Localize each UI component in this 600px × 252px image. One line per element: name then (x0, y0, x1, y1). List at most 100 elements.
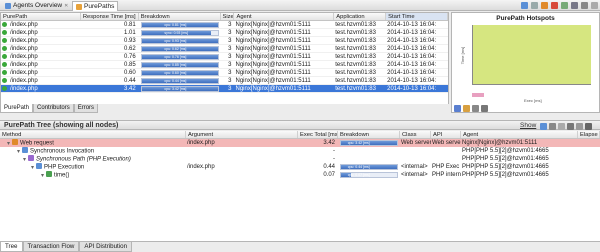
table-row[interactable]: /index.php 0.44 cpu: 0.44 [ms] 3 Nginx[Nginx… (1, 77, 448, 85)
col-breakdown[interactable]: Breakdown (338, 131, 400, 138)
purepath-name: /index.php (10, 78, 38, 84)
close-icon[interactable]: ✕ (64, 1, 68, 11)
expand-toggle-icon[interactable]: ▾ (7, 141, 10, 147)
refresh-icon[interactable] (521, 2, 528, 9)
columns-icon[interactable] (549, 123, 556, 130)
table-row[interactable]: /index.php 0.60 cpu: 0.60 [ms] 3 Nginx[Nginx… (1, 69, 448, 77)
subtab-purepath[interactable]: PurePath (0, 104, 34, 113)
export-icon[interactable] (561, 2, 568, 9)
method-cell: ▾ time() (0, 171, 186, 179)
breakdown-label: cpu: 3.42 [ms] (164, 87, 187, 91)
col-exec-total[interactable]: Exec Total [ms] (298, 131, 338, 138)
menu-icon[interactable] (581, 2, 588, 9)
class-cell (400, 155, 431, 163)
tree-node[interactable]: ▾ PHP Execution/index.php 0.44 cpu: 0.44 [m… (0, 163, 600, 171)
status-ok-icon (2, 85, 7, 91)
tab-tree[interactable]: Tree (0, 242, 23, 252)
subtab-contributors[interactable]: Contributors (33, 104, 74, 113)
search-icon[interactable] (481, 105, 488, 112)
breakdown-label: cpu: 3.42 [ms] (347, 141, 370, 145)
pin-icon[interactable] (541, 2, 548, 9)
breakdown-cell (338, 147, 400, 155)
tree-node[interactable]: ▾ Web request/index.php 3.42 cpu: 3.42 [ms]… (0, 139, 600, 147)
expand-toggle-icon[interactable]: ▾ (41, 173, 44, 179)
expand-toggle-icon[interactable]: ▾ (23, 157, 26, 163)
api-cell: PHP Exec (432, 164, 460, 170)
tab-label: Agents Overview (13, 2, 63, 9)
tab-api-distribution[interactable]: API Distribution (79, 242, 133, 252)
hotspots-toolbar (454, 105, 488, 112)
settings-icon[interactable] (571, 2, 578, 9)
purepath-cell: /index.php (1, 85, 81, 92)
editor-tab-bar: Agents Overview ✕ PurePaths (0, 0, 600, 11)
zoom-icon[interactable] (472, 105, 479, 112)
size-cell: 3 (228, 22, 232, 28)
col-argument[interactable]: Argument (186, 131, 298, 138)
tab-transaction-flow[interactable]: Transaction Flow (22, 242, 80, 252)
chart-icon[interactable] (463, 105, 470, 112)
elapsed-cell (578, 139, 600, 147)
table-row[interactable]: /index.php 0.81 cpu: 0.81 [ms] 3 Nginx[Nginx… (1, 21, 448, 29)
view-toolbar (521, 1, 598, 10)
tab-label: PurePaths (84, 2, 115, 10)
start-time-cell: 2014-10-13 16:04: (387, 30, 437, 36)
filter-icon[interactable] (531, 2, 538, 9)
col-elapsed[interactable]: Elapse (578, 131, 600, 138)
agent-cell: Nginx[Nginx]@hzvm01:5111 (235, 62, 311, 68)
tree-node[interactable]: ▾ Synchronous Path (PHP Execution) - PHP[PH… (0, 155, 600, 163)
purepath-cell: /index.php (1, 45, 81, 52)
stop-icon[interactable] (551, 2, 558, 9)
status-ok-icon (2, 77, 7, 83)
table-row[interactable]: /index.php 0.93 cpu: 0.93 [ms] 3 Nginx[Nginx… (1, 37, 448, 45)
tab-purepaths[interactable]: PurePaths (72, 1, 119, 11)
play-icon[interactable] (454, 105, 461, 112)
breakdown-bar: cpu: 0.76 [ms] (140, 54, 219, 60)
col-purepath[interactable]: PurePath (1, 13, 81, 20)
col-method[interactable]: Method (0, 131, 186, 138)
application-cell: test.hzvm01:83 (335, 62, 376, 68)
hotspot-bar[interactable] (472, 93, 484, 97)
status-ok-icon (2, 69, 7, 75)
breakdown-cell: cpu: 0.62 [ms] (139, 45, 221, 52)
collapse-icon[interactable] (576, 123, 583, 130)
table-row[interactable]: /index.php 1.01 sync: 0.93 [ms] 3 Nginx[Ngin… (1, 29, 448, 37)
col-api[interactable]: API (431, 131, 461, 138)
hotspots-plot-area[interactable] (472, 25, 591, 85)
col-start-time[interactable]: Start Time (386, 13, 448, 20)
hotspots-title: PurePath Hotspots (496, 15, 555, 22)
tree-node[interactable]: ▾ time() 0.07 cpu: 0.07 [ms] <internal> PHP i… (0, 171, 600, 179)
col-agent[interactable]: Agent (461, 131, 578, 138)
col-size[interactable]: Size (221, 13, 235, 20)
expand-toggle-icon[interactable]: ▾ (31, 165, 34, 171)
method-name: Synchronous Path (PHP Execution) (36, 156, 131, 163)
col-response-time[interactable]: Response Time [ms] (81, 13, 139, 20)
breakdown-bar: cpu: 3.42 [ms] (140, 86, 219, 92)
breakdown-bar: cpu: 0.93 [ms] (140, 38, 219, 44)
settings-icon[interactable] (585, 123, 592, 130)
col-application[interactable]: Application (334, 13, 387, 20)
purepath-name: /index.php (10, 38, 38, 44)
tab-agents-overview[interactable]: Agents Overview ✕ (2, 1, 71, 11)
show-link[interactable]: Show (520, 122, 536, 129)
col-agent[interactable]: Agent (234, 13, 335, 20)
purepath-name: /index.php (10, 70, 38, 76)
table-row[interactable]: /index.php 0.62 cpu: 0.62 [ms] 3 Nginx[Nginx… (1, 45, 448, 53)
expand-toggle-icon[interactable]: ▾ (17, 149, 20, 155)
expand-icon[interactable] (558, 123, 565, 130)
subtab-errors[interactable]: Errors (73, 104, 99, 113)
agent-cell: Nginx[Nginx]@hzvm01:5111 (235, 78, 311, 84)
breakdown-cell: cpu: 0.93 [ms] (139, 37, 221, 44)
col-class[interactable]: Class (400, 131, 431, 138)
table-header: PurePath Response Time [ms] Breakdown Si… (1, 13, 448, 21)
table-row[interactable]: /index.php 3.42 cpu: 3.42 [ms] 3 Nginx[Nginx… (1, 85, 448, 93)
purepath-name: /index.php (10, 30, 38, 36)
table-row[interactable]: /index.php 0.76 cpu: 0.76 [ms] 3 Nginx[Nginx… (1, 53, 448, 61)
help-icon[interactable] (540, 123, 547, 130)
minimize-icon[interactable] (591, 2, 598, 9)
tree-node[interactable]: ▾ Synchronous Invocation - PHP[PHP 5.5][2]@… (0, 147, 600, 155)
method-cell: ▾ Synchronous Invocation (0, 147, 186, 155)
response-time-cell: 0.81 (124, 22, 136, 28)
search-icon[interactable] (567, 123, 574, 130)
table-row[interactable]: /index.php 0.85 cpu: 0.85 [ms] 3 Nginx[Nginx… (1, 61, 448, 69)
col-breakdown[interactable]: Breakdown (139, 13, 221, 20)
